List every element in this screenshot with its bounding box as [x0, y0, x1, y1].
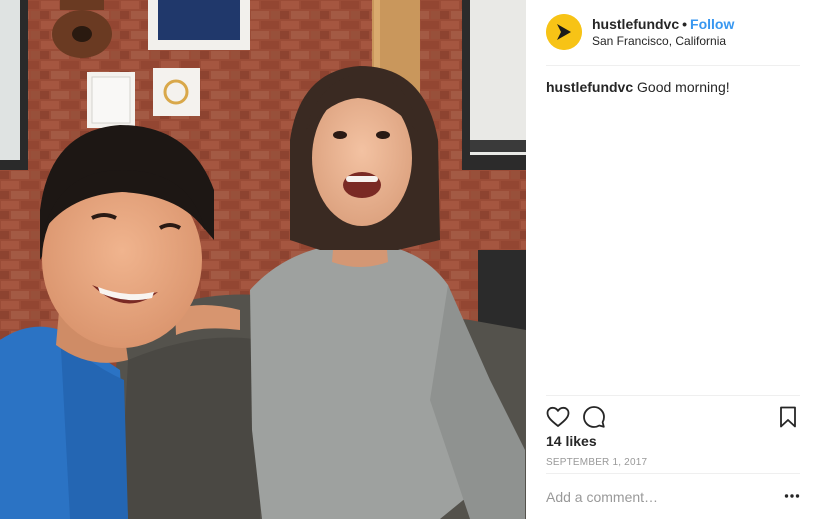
post-details-panel: hustlefundvc • Follow San Francisco, Calif…: [526, 0, 820, 519]
heart-outline-icon: [546, 406, 570, 427]
avatar[interactable]: [546, 14, 582, 50]
likes-count[interactable]: 14 likes: [546, 433, 597, 449]
post-date: SEPTEMBER 1, 2017: [546, 457, 648, 468]
comment-input[interactable]: [546, 486, 756, 508]
play-arrow-logo-icon: [546, 14, 582, 50]
save-button[interactable]: [776, 405, 800, 429]
photo-illustration: [0, 0, 526, 519]
comment-button[interactable]: [582, 405, 606, 429]
more-options-button[interactable]: [784, 488, 800, 504]
speech-bubble-icon: [583, 406, 605, 428]
comment-bar: [546, 473, 800, 519]
header-user-line: hustlefundvc • Follow: [592, 16, 734, 32]
bookmark-icon: [780, 406, 796, 428]
post-caption: hustlefundvc Good morning!: [546, 78, 800, 96]
location-link[interactable]: San Francisco, California: [592, 34, 726, 48]
username-link[interactable]: hustlefundvc: [592, 16, 679, 32]
post-header: hustlefundvc • Follow San Francisco, Calif…: [546, 14, 800, 66]
follow-button[interactable]: Follow: [690, 16, 734, 32]
ellipsis-icon: [784, 494, 800, 498]
action-bar: [546, 395, 800, 435]
caption-text: Good morning!: [637, 79, 730, 95]
post-photo[interactable]: [0, 0, 526, 519]
like-button[interactable]: [546, 405, 570, 429]
separator-dot: •: [682, 16, 688, 32]
caption-username-link[interactable]: hustlefundvc: [546, 79, 633, 95]
